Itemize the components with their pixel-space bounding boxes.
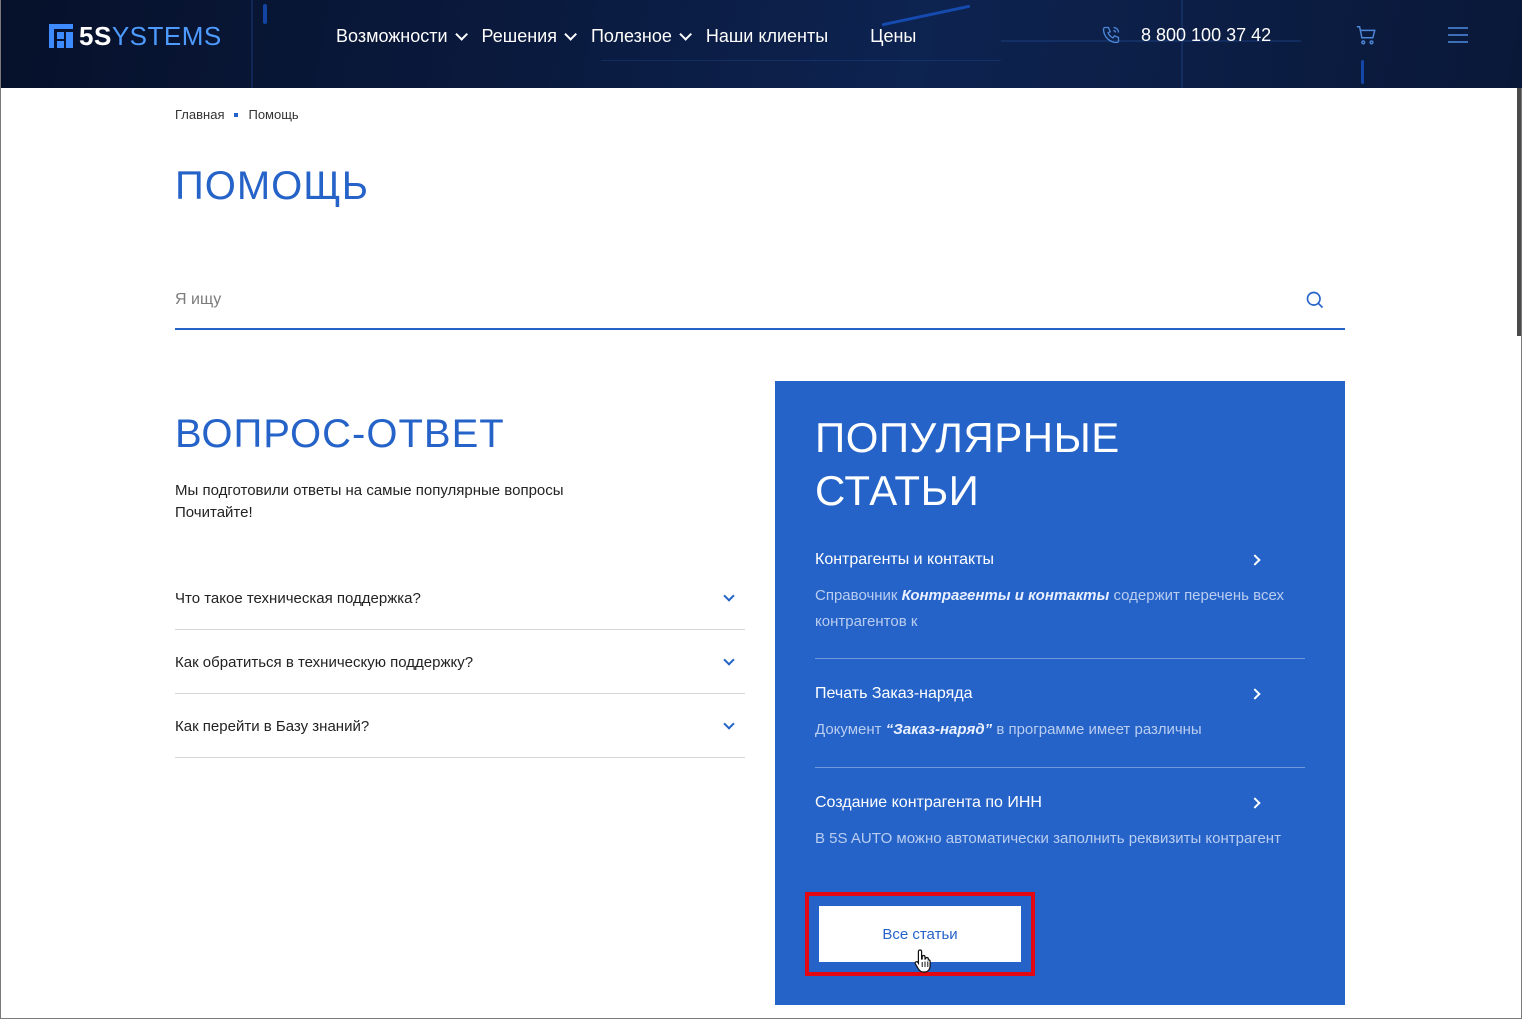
faq-item[interactable]: Что такое техническая поддержка?: [175, 566, 745, 630]
faq-item[interactable]: Как перейти в Базу знаний?: [175, 694, 745, 758]
page-title: ПОМОЩЬ: [175, 164, 370, 208]
nav-item-features[interactable]: Возможности: [336, 25, 468, 47]
chevron-down-icon: [679, 27, 692, 41]
menu-icon[interactable]: [1448, 27, 1468, 43]
nav-item-label: Возможности: [336, 25, 448, 46]
nav-item-prices[interactable]: Цены: [870, 26, 916, 47]
chevron-down-icon: [723, 589, 735, 602]
chevron-down-icon: [723, 717, 735, 730]
header-decoration: [251, 0, 253, 88]
breadcrumb-current: Помощь: [248, 107, 299, 122]
faq-title: ВОПРОС-ОТВЕТ: [175, 412, 505, 456]
article-head: Создание контрагента по ИНН: [815, 794, 1305, 812]
article-excerpt: Справочник Контрагенты и контакты содерж…: [815, 587, 1284, 630]
article-title: Печать Заказ-наряда: [815, 685, 973, 702]
nav-item-solutions[interactable]: Решения: [481, 25, 577, 47]
header-decoration: [601, 60, 1001, 61]
chevron-right-icon: [1249, 797, 1261, 809]
faq-question: Как обратиться в техническую поддержку?: [175, 654, 474, 671]
article-card[interactable]: Печать Заказ-наряда Документ “Заказ-наря…: [815, 685, 1305, 768]
site-logo[interactable]: 5SYSTEMS: [49, 20, 222, 51]
popular-title-line: СТАТЬИ: [815, 467, 980, 514]
page-scrollbar[interactable]: [1517, 88, 1521, 336]
phone-number: 8 800 100 37 42: [1141, 24, 1272, 45]
site-header: 5SYSTEMS Возможности Решения Полезное На…: [1, 0, 1522, 88]
phone-icon: [1102, 26, 1120, 44]
article-head: Контрагенты и контакты: [815, 551, 1305, 569]
article-title: Контрагенты и контакты: [815, 551, 995, 568]
article-title: Создание контрагента по ИНН: [815, 794, 1042, 811]
popular-title: ПОПУЛЯРНЫЕ СТАТЬИ: [815, 411, 1215, 517]
nav-item-label: Решения: [481, 25, 557, 46]
faq-list: Что такое техническая поддержка? Как обр…: [175, 566, 745, 758]
faq-question: Что такое техническая поддержка?: [175, 590, 421, 607]
nav-item-label: Цены: [870, 25, 917, 46]
chevron-right-icon: [1249, 688, 1261, 700]
article-excerpt: В 5S AUTO можно автоматически заполнить …: [815, 830, 1281, 847]
breadcrumb: Главная Помощь: [175, 107, 299, 122]
chevron-down-icon: [564, 27, 577, 41]
faq-question: Как перейти в Базу знаний?: [175, 718, 370, 735]
logo-text: 5SYSTEMS: [79, 20, 222, 51]
nav-item-clients[interactable]: Наши клиенты: [706, 26, 828, 47]
search-icon[interactable]: [1305, 290, 1325, 310]
faq-subtitle: Мы подготовили ответы на самые популярны…: [175, 480, 675, 524]
nav-item-label: Наши клиенты: [705, 25, 829, 46]
chevron-right-icon: [1249, 554, 1261, 566]
search-input[interactable]: [175, 278, 1275, 322]
phone-link[interactable]: 8 800 100 37 42: [1101, 22, 1271, 48]
nav-item-useful[interactable]: Полезное: [590, 25, 692, 47]
article-card[interactable]: Контрагенты и контакты Справочник Контра…: [815, 551, 1305, 659]
logo-mark-icon: [49, 24, 73, 48]
breadcrumb-separator: [234, 112, 239, 117]
cart-icon[interactable]: [1355, 24, 1377, 46]
popular-articles-panel: ПОПУЛЯРНЫЕ СТАТЬИ Контрагенты и контакты…: [775, 381, 1345, 1005]
hand-cursor-icon: [914, 949, 931, 973]
header-decoration: [263, 4, 267, 24]
main-nav: Возможности Решения Полезное Наши клиент…: [336, 22, 958, 50]
nav-item-label: Полезное: [590, 25, 672, 46]
article-card[interactable]: Создание контрагента по ИНН В 5S AUTO мо…: [815, 794, 1305, 884]
chevron-down-icon: [723, 653, 735, 666]
header-decoration: [1361, 60, 1364, 84]
breadcrumb-home[interactable]: Главная: [175, 107, 224, 122]
popular-title-line: ПОПУЛЯРНЫЕ: [815, 414, 1120, 461]
faq-subtitle-line: Почитайте!: [175, 504, 253, 521]
faq-item[interactable]: Как обратиться в техническую поддержку?: [175, 630, 745, 694]
chevron-down-icon: [454, 27, 468, 41]
faq-subtitle-line: Мы подготовили ответы на самые популярны…: [175, 482, 564, 499]
search-bar: [175, 278, 1345, 330]
article-excerpt: Документ “Заказ-наряд” в программе имеет…: [815, 721, 1202, 738]
article-head: Печать Заказ-наряда: [815, 685, 1305, 703]
